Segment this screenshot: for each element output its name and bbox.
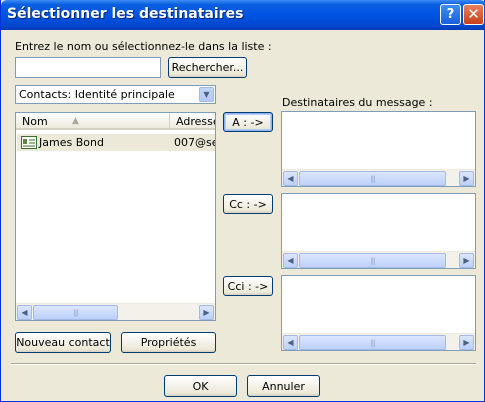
column-header-name[interactable]: Nom ▲ xyxy=(16,113,169,130)
close-button[interactable]: ✕ xyxy=(463,4,484,25)
arrow-left-icon[interactable]: ◀ xyxy=(17,305,32,320)
chevron-down-icon[interactable]: ▼ xyxy=(199,87,214,102)
column-address-label: Adresse xyxy=(176,115,216,128)
addressbook-selected: Contacts: Identité principale xyxy=(19,88,175,101)
search-prompt: Entrez le nom ou sélectionnez-le dans la… xyxy=(15,40,272,53)
sort-ascending-icon: ▲ xyxy=(72,116,79,126)
cc-scrollbar[interactable]: ◀ ||| ▶ xyxy=(282,251,475,268)
addressbook-select[interactable]: Contacts: Identité principale ▼ xyxy=(15,85,216,104)
search-button[interactable]: Rechercher... xyxy=(168,57,247,78)
window-title: Sélectionner les destinataires xyxy=(7,6,244,22)
to-recipients-list[interactable]: ◀ ||| ▶ xyxy=(281,111,476,187)
arrow-left-icon[interactable]: ◀ xyxy=(283,335,298,350)
contact-address: 007@se xyxy=(174,136,216,149)
bcc-scrollbar[interactable]: ◀ ||| ▶ xyxy=(282,333,475,350)
contact-name: James Bond xyxy=(39,136,104,149)
to-button[interactable]: A : -> xyxy=(223,112,273,132)
footer-divider xyxy=(11,363,476,365)
contacts-scrollbar[interactable]: ◀ ||| ▶ xyxy=(16,303,215,320)
column-name-label: Nom xyxy=(22,115,48,128)
properties-button[interactable]: Propriétés xyxy=(121,332,216,353)
cc-button[interactable]: Cc : -> xyxy=(223,194,273,214)
dialog-window: Sélectionner les destinataires ? ✕ Entre… xyxy=(0,0,485,402)
bcc-button[interactable]: Cci : -> xyxy=(223,276,273,296)
arrow-left-icon[interactable]: ◀ xyxy=(283,171,298,186)
title-bar: Sélectionner les destinataires ? ✕ xyxy=(1,0,485,30)
scroll-thumb[interactable]: ||| xyxy=(299,171,446,186)
close-icon: ✕ xyxy=(467,5,480,23)
contact-card-icon xyxy=(21,136,37,149)
recipients-label: Destinataires du message : xyxy=(282,96,433,109)
column-header-address[interactable]: Adresse xyxy=(169,113,216,130)
arrow-right-icon[interactable]: ▶ xyxy=(199,305,214,320)
new-contact-button[interactable]: Nouveau contact xyxy=(15,332,111,353)
scroll-thumb[interactable]: ||| xyxy=(299,335,446,350)
arrow-left-icon[interactable]: ◀ xyxy=(283,253,298,268)
scroll-thumb[interactable]: ||| xyxy=(33,305,118,320)
cc-recipients-list[interactable]: ◀ ||| ▶ xyxy=(281,193,476,269)
search-input[interactable] xyxy=(15,57,161,78)
help-button[interactable]: ? xyxy=(440,4,461,25)
contacts-list[interactable]: Nom ▲ Adresse James Bond 007@se ◀ ||| ▶ xyxy=(15,112,216,321)
ok-button[interactable]: OK xyxy=(164,375,237,397)
to-scrollbar[interactable]: ◀ ||| ▶ xyxy=(282,169,475,186)
question-icon: ? xyxy=(446,7,455,22)
cancel-button[interactable]: Annuler xyxy=(247,375,320,397)
bcc-recipients-list[interactable]: ◀ ||| ▶ xyxy=(281,275,476,351)
list-item[interactable]: James Bond 007@se xyxy=(17,134,216,151)
arrow-right-icon[interactable]: ▶ xyxy=(459,171,474,186)
scroll-thumb[interactable]: ||| xyxy=(299,253,446,268)
arrow-right-icon[interactable]: ▶ xyxy=(459,335,474,350)
arrow-right-icon[interactable]: ▶ xyxy=(459,253,474,268)
